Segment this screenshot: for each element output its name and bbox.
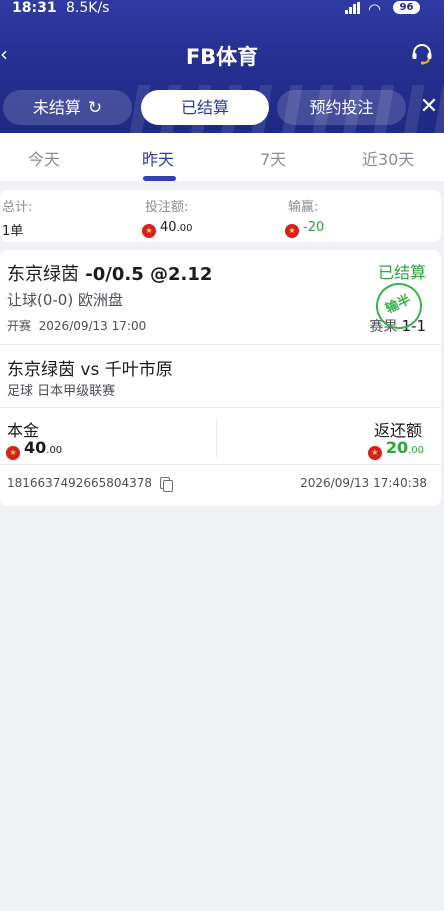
tab-reserved[interactable]: 预约投注 bbox=[277, 90, 406, 125]
bet-market: 让球(0-0) 欧洲盘 bbox=[7, 291, 123, 309]
tab-unsettled-label: 未结算 bbox=[32, 98, 81, 117]
bet-selection: 东京绿茵 -0/0.5 @2.12 bbox=[7, 264, 213, 285]
page-title: FB体育 bbox=[185, 45, 259, 69]
wifi-icon: ◠ bbox=[368, 0, 382, 18]
kickoff-time: 开赛 2026/09/13 17:00 bbox=[7, 319, 147, 333]
return-value: ★ 20.00 bbox=[367, 438, 424, 460]
winloss-label: 输赢: bbox=[288, 200, 319, 215]
summary-card: 总计: 1单 投注额: ★ 40.00 输赢: ★ -20 bbox=[0, 190, 441, 242]
tab-settled-label: 已结算 bbox=[180, 98, 229, 117]
total-label: 总计: bbox=[2, 200, 33, 215]
tab-settled[interactable]: 已结算 bbox=[141, 90, 269, 125]
signal-icon bbox=[345, 2, 361, 14]
tab-7days[interactable]: 7天 bbox=[260, 146, 286, 170]
stake-label: 投注额: bbox=[145, 200, 189, 215]
currency-flag-icon: ★ bbox=[367, 446, 382, 460]
status-bar: 18:31 8.5K/s ◠ 96 bbox=[0, 0, 444, 18]
bet-status: 已结算 bbox=[377, 263, 426, 282]
stake-value: ★ 40.00 bbox=[142, 220, 192, 238]
battery-icon: 96 bbox=[393, 1, 420, 14]
tab-30days[interactable]: 近30天 bbox=[362, 146, 414, 170]
copy-icon[interactable] bbox=[160, 477, 174, 492]
divider bbox=[0, 344, 441, 345]
active-tab-indicator bbox=[143, 176, 176, 181]
currency-flag-icon: ★ bbox=[142, 224, 156, 238]
status-time: 18:31 bbox=[12, 0, 57, 16]
divider bbox=[0, 464, 441, 465]
day-tabs: 今天 昨天 7天 近30天 bbox=[0, 133, 444, 181]
total-value: 1单 bbox=[2, 224, 24, 239]
tab-today[interactable]: 今天 bbox=[28, 146, 60, 170]
order-id: 1816637492665804378 bbox=[7, 476, 174, 492]
refresh-icon[interactable]: ↻ bbox=[88, 91, 102, 126]
network-speed: 8.5K/s bbox=[66, 0, 110, 16]
close-icon[interactable]: ✕ bbox=[418, 92, 440, 122]
currency-flag-icon: ★ bbox=[6, 446, 20, 460]
tab-unsettled[interactable]: 未结算 ↻ bbox=[3, 90, 132, 125]
app-header: 18:31 8.5K/s ◠ 96 ‹ FB体育 未结算 ↻ 已结算 预约投注 ✕ bbox=[0, 0, 444, 133]
bet-record-card[interactable]: 东京绿茵 -0/0.5 @2.12 已结算 让球(0-0) 欧洲盘 开赛 202… bbox=[0, 250, 441, 506]
league-name: 足球 日本甲级联赛 bbox=[7, 384, 116, 399]
currency-flag-icon: ★ bbox=[285, 224, 299, 238]
amount-divider bbox=[216, 418, 217, 458]
winloss-value: ★ -20 bbox=[285, 220, 324, 238]
tab-yesterday[interactable]: 昨天 bbox=[142, 146, 174, 170]
customer-service-icon[interactable] bbox=[410, 42, 434, 66]
divider bbox=[0, 407, 441, 408]
match-name: 东京绿茵 vs 千叶市原 bbox=[7, 360, 173, 380]
principal-value: ★ 40.00 bbox=[6, 438, 62, 460]
tab-reserved-label: 预约投注 bbox=[309, 98, 374, 117]
settle-time: 2026/09/13 17:40:38 bbox=[300, 476, 427, 490]
